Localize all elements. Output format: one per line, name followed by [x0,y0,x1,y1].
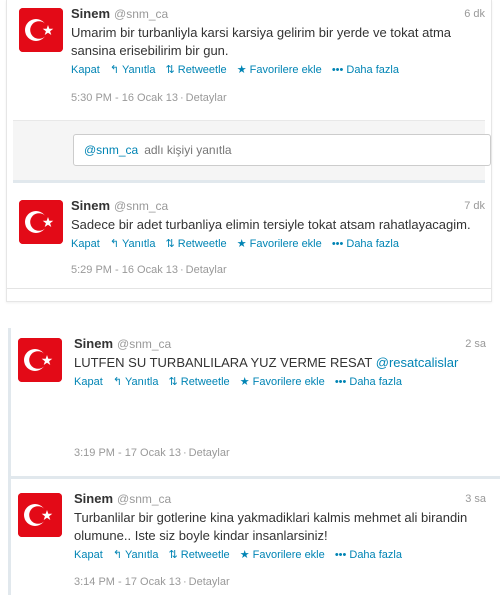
retweet-button[interactable]: ⇅ Retweetle [166,238,227,250]
mention-link[interactable]: @resatcalislar [376,355,459,370]
user-handle[interactable]: @snm_ca [114,7,168,21]
retweet-icon: ⇅ [165,64,175,76]
tweet-actions: Kapat ↰ Yanıtla ⇅ Retweetle ★ Favorilere ek… [71,62,485,78]
turkish-flag-icon [19,200,63,244]
tweet-time[interactable]: 6 dk [464,6,485,22]
divider [7,288,491,289]
user-name[interactable]: Sinem [74,491,113,506]
tweet-timestamp: 5:30 PM - 16 Ocak 13 · Detaylar [71,92,227,104]
star-icon: ★ [239,549,250,561]
close-button[interactable]: Kapat [74,376,103,388]
dots-icon: ••• [334,376,347,388]
more-button[interactable]: ••• Daha fazla [332,64,399,76]
tweet-time[interactable]: 3 sa [465,491,486,507]
tweet-text: Umarim bir turbanliyla karsi karsiya gel… [71,25,452,58]
reply-mention: @snm_ca [84,143,139,157]
turkish-flag-icon [19,8,63,52]
conversation-bar [8,328,11,595]
star-icon: ★ [236,238,247,250]
tweet-text: LUTFEN SU TURBANLILARA YUZ VERME RESAT @… [74,355,459,370]
reply-placeholder: adlı kişiyi yanıtla [144,143,232,157]
tweet-time[interactable]: 2 sa [465,336,486,352]
tweet-actions: Kapat ↰ Yanıtla ⇅ Retweetle ★ Favorilere ek… [71,236,485,252]
turkish-flag-icon [18,493,62,537]
dots-icon: ••• [331,238,344,250]
tweet-time[interactable]: 7 dk [464,198,485,214]
reply-arrow-icon: ↰ [109,238,120,250]
avatar[interactable] [18,493,62,537]
user-handle[interactable]: @snm_ca [117,492,171,506]
favorite-button[interactable]: ★ Favorilere ekle [240,549,325,561]
reply-button[interactable]: ↰ Yanıtla [110,238,156,250]
close-button[interactable]: Kapat [74,549,103,561]
avatar[interactable] [19,8,63,52]
star-icon: ★ [239,376,250,388]
tweet-card-top: Sinem @snm_ca 6 dk Umarim bir turbanliyla… [6,0,492,302]
reply-area: @snm_ca adlı kişiyi yanıtla [13,120,491,182]
dots-icon: ••• [331,64,344,76]
retweet-icon: ⇅ [168,549,178,561]
reply-arrow-icon: ↰ [112,549,123,561]
favorite-button[interactable]: ★ Favorilere ekle [240,376,325,388]
more-button[interactable]: ••• Daha fazla [335,376,402,388]
reply-arrow-icon: ↰ [109,64,120,76]
user-name[interactable]: Sinem [71,198,110,213]
tweet-card-bottom: Sinem @snm_ca 2 sa LUTFEN SU TURBANLILARA… [0,328,500,595]
reply-input[interactable]: @snm_ca adlı kişiyi yanıtla [73,134,491,166]
retweet-button[interactable]: ⇅ Retweetle [169,549,230,561]
retweet-button[interactable]: ⇅ Retweetle [169,376,230,388]
retweet-icon: ⇅ [165,238,175,250]
dots-icon: ••• [334,549,347,561]
reply-button[interactable]: ↰ Yanıtla [110,64,156,76]
tweet-timestamp: 3:19 PM - 17 Ocak 13 · Detaylar [74,447,230,459]
reply-button[interactable]: ↰ Yanıtla [113,376,159,388]
divider [8,476,500,479]
tweet-timestamp: 5:29 PM - 16 Ocak 13 · Detaylar [71,264,227,276]
close-button[interactable]: Kapat [71,64,100,76]
details-link[interactable]: Detaylar [186,264,227,276]
close-button[interactable]: Kapat [71,238,100,250]
user-name[interactable]: Sinem [74,336,113,351]
tweet-text: Turbanlilar bir gotlerine kina yakmadikl… [74,510,468,543]
details-link[interactable]: Detaylar [189,576,230,588]
details-link[interactable]: Detaylar [189,447,230,459]
user-handle[interactable]: @snm_ca [114,199,168,213]
tweet-actions: Kapat ↰ Yanıtla ⇅ Retweetle ★ Favorilere ek… [74,547,486,563]
avatar[interactable] [18,338,62,382]
user-name[interactable]: Sinem [71,6,110,21]
avatar[interactable] [19,200,63,244]
more-button[interactable]: ••• Daha fazla [335,549,402,561]
retweet-button[interactable]: ⇅ Retweetle [166,64,227,76]
favorite-button[interactable]: ★ Favorilere ekle [237,64,322,76]
tweet-timestamp: 3:14 PM - 17 Ocak 13 · Detaylar [74,576,230,588]
reply-button[interactable]: ↰ Yanıtla [113,549,159,561]
tweet-actions: Kapat ↰ Yanıtla ⇅ Retweetle ★ Favorilere ek… [74,374,486,390]
retweet-icon: ⇅ [168,376,178,388]
details-link[interactable]: Detaylar [186,92,227,104]
star-icon: ★ [236,64,247,76]
more-button[interactable]: ••• Daha fazla [332,238,399,250]
turkish-flag-icon [18,338,62,382]
divider [13,180,485,183]
user-handle[interactable]: @snm_ca [117,337,171,351]
reply-arrow-icon: ↰ [112,376,123,388]
favorite-button[interactable]: ★ Favorilere ekle [237,238,322,250]
tweet-text: Sadece bir adet turbanliya elimin tersiy… [71,217,471,232]
